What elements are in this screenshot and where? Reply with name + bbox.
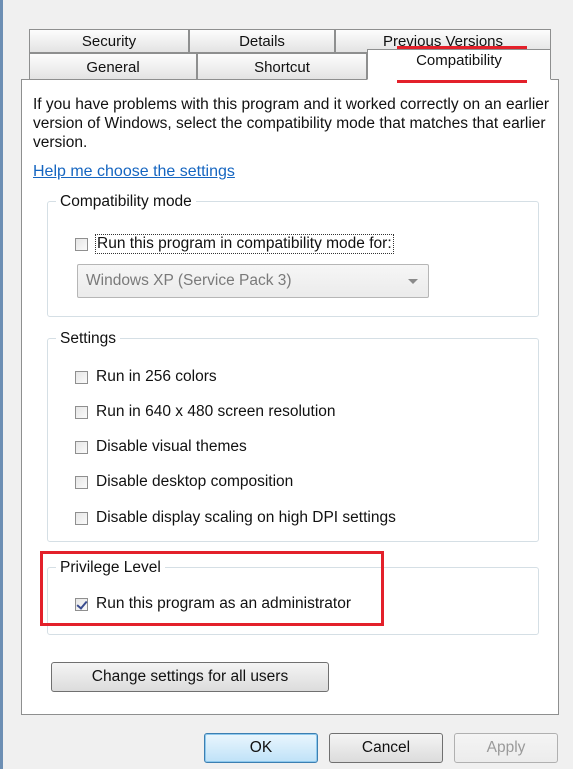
setting-256-colors-checkbox[interactable] [75, 370, 88, 384]
setting-disable-dpi-scaling-label: Disable display scaling on high DPI sett… [96, 509, 396, 526]
setting-disable-visual-themes-checkbox[interactable] [75, 440, 88, 454]
tab-security[interactable]: Security [29, 29, 189, 53]
setting-disable-dpi-scaling-checkbox[interactable] [75, 511, 88, 525]
setting-disable-desktop-composition[interactable]: Disable desktop composition [75, 473, 293, 491]
os-version-select[interactable]: Windows XP (Service Pack 3) [77, 264, 429, 298]
compatibility-mode-label: Compatibility mode [56, 192, 196, 211]
ok-button[interactable]: OK [204, 733, 318, 763]
setting-640x480-checkbox[interactable] [75, 405, 88, 419]
chevron-down-icon [408, 279, 418, 284]
tab-details[interactable]: Details [189, 29, 335, 53]
apply-button[interactable]: Apply [454, 733, 558, 763]
change-settings-all-users-button[interactable]: Change settings for all users [51, 662, 329, 692]
setting-disable-visual-themes[interactable]: Disable visual themes [75, 438, 247, 456]
run-as-admin-label: Run this program as an administrator [96, 595, 352, 612]
compatibility-mode-option[interactable]: Run this program in compatibility mode f… [75, 234, 394, 254]
properties-dialog: Security Details Previous Versions Gener… [3, 0, 573, 769]
setting-disable-visual-themes-label: Disable visual themes [96, 438, 247, 455]
compatibility-mode-checkbox[interactable] [75, 237, 88, 251]
cancel-button[interactable]: Cancel [329, 733, 443, 763]
setting-disable-desktop-composition-checkbox[interactable] [75, 475, 88, 489]
setting-disable-dpi-scaling[interactable]: Disable display scaling on high DPI sett… [75, 509, 396, 527]
privilege-level-label: Privilege Level [56, 558, 165, 577]
setting-256-colors[interactable]: Run in 256 colors [75, 368, 217, 386]
run-as-admin-checkbox[interactable] [75, 597, 88, 611]
run-as-admin-option[interactable]: Run this program as an administrator [75, 595, 351, 613]
setting-640x480-label: Run in 640 x 480 screen resolution [96, 403, 336, 420]
help-choose-settings-link[interactable]: Help me choose the settings [33, 163, 235, 181]
tab-compatibility[interactable]: Compatibility [367, 49, 551, 80]
intro-text: If you have problems with this program a… [33, 96, 550, 151]
tab-shortcut[interactable]: Shortcut [197, 53, 367, 80]
tab-general[interactable]: General [29, 53, 197, 80]
settings-label: Settings [56, 329, 121, 348]
setting-disable-desktop-composition-label: Disable desktop composition [96, 473, 294, 490]
compatibility-mode-checkbox-label: Run this program in compatibility mode f… [95, 234, 394, 254]
setting-256-colors-label: Run in 256 colors [96, 368, 217, 385]
os-version-selected-value: Windows XP (Service Pack 3) [86, 272, 292, 289]
compatibility-mode-group [47, 201, 539, 317]
setting-640x480[interactable]: Run in 640 x 480 screen resolution [75, 403, 336, 421]
